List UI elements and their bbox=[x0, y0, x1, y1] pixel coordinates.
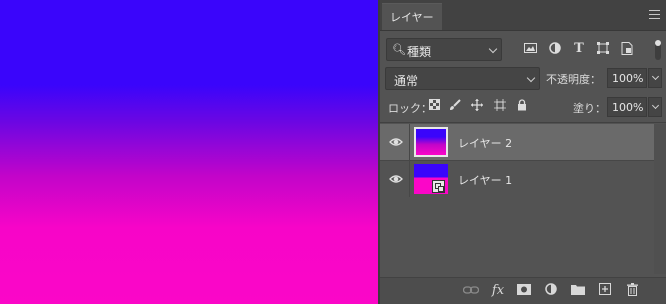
new-layer-icon[interactable] bbox=[597, 283, 613, 299]
fill-value: 100% bbox=[612, 101, 644, 114]
layer-name[interactable]: レイヤー 2 bbox=[458, 135, 512, 151]
visibility-eye-icon[interactable] bbox=[389, 172, 403, 186]
link-layers-icon[interactable] bbox=[462, 283, 480, 299]
divider bbox=[409, 124, 410, 160]
layer-thumbnail[interactable] bbox=[414, 127, 448, 157]
fill-dropdown-button[interactable] bbox=[648, 97, 662, 117]
chevron-down-icon bbox=[651, 101, 660, 110]
lock-transparent-pixels-icon[interactable] bbox=[427, 99, 441, 113]
add-mask-icon[interactable] bbox=[516, 283, 532, 299]
document-canvas[interactable] bbox=[0, 0, 378, 304]
divider bbox=[409, 161, 410, 197]
panel-menu-icon[interactable] bbox=[649, 10, 660, 19]
layer-filter-row: 🔍︎ 種類 T bbox=[380, 38, 666, 62]
lock-position-icon[interactable] bbox=[470, 99, 484, 113]
trash-icon[interactable] bbox=[624, 283, 640, 299]
new-group-folder-icon[interactable] bbox=[570, 283, 586, 299]
layer-name[interactable]: レイヤー 1 bbox=[458, 172, 512, 188]
panel-tab-bar: レイヤー bbox=[380, 0, 666, 31]
layers-panel: レイヤー 🔍︎ 種類 T 通常 不透明度： 100% ロック： 塗り： 100%… bbox=[378, 0, 666, 304]
layer-row-2[interactable]: レイヤー 2 bbox=[380, 124, 654, 160]
lock-artboard-icon[interactable] bbox=[493, 99, 507, 113]
chevron-down-icon bbox=[651, 72, 660, 81]
adjustment-layer-icon[interactable] bbox=[543, 283, 559, 299]
opacity-dropdown-button[interactable] bbox=[648, 68, 662, 88]
opacity-value: 100% bbox=[612, 72, 644, 85]
layers-bottom-toolbar: fx bbox=[380, 277, 666, 304]
shape-filter-icon[interactable] bbox=[596, 42, 610, 56]
layers-scrollbar[interactable] bbox=[654, 124, 666, 274]
visibility-eye-icon[interactable] bbox=[389, 135, 403, 149]
image-filter-icon[interactable] bbox=[523, 42, 537, 56]
search-icon: 🔍︎ bbox=[392, 43, 406, 56]
opacity-input[interactable]: 100% bbox=[607, 68, 647, 88]
tab-layers[interactable]: レイヤー bbox=[382, 3, 442, 30]
lock-row: ロック： 塗り： 100% bbox=[380, 96, 666, 118]
adjustment-filter-icon[interactable] bbox=[548, 42, 562, 56]
chevron-down-icon bbox=[526, 73, 536, 83]
lock-label: ロック： bbox=[388, 102, 432, 115]
blend-row: 通常 不透明度： 100% bbox=[380, 67, 666, 91]
smart-object-badge-icon bbox=[432, 180, 445, 193]
type-filter-icon[interactable]: T bbox=[572, 42, 586, 56]
layer-style-fx-icon[interactable]: fx bbox=[490, 283, 506, 299]
filter-toggle-switch[interactable] bbox=[655, 40, 661, 60]
smart-object-filter-icon[interactable] bbox=[620, 42, 634, 56]
opacity-label: 不透明度： bbox=[546, 73, 601, 86]
layer-row-1[interactable]: レイヤー 1 bbox=[380, 161, 654, 197]
chevron-down-icon bbox=[488, 44, 498, 54]
divider bbox=[380, 122, 666, 123]
blend-mode-label: 通常 bbox=[394, 74, 419, 88]
lock-all-icon[interactable] bbox=[515, 99, 529, 113]
blend-mode-dropdown[interactable]: 通常 bbox=[385, 67, 540, 90]
fill-label: 塗り： bbox=[573, 102, 606, 115]
fill-input[interactable]: 100% bbox=[607, 97, 647, 117]
filter-type-label: 種類 bbox=[407, 45, 432, 59]
lock-image-pixels-icon[interactable] bbox=[448, 99, 462, 113]
filter-type-dropdown[interactable]: 🔍︎ 種類 bbox=[386, 38, 502, 61]
